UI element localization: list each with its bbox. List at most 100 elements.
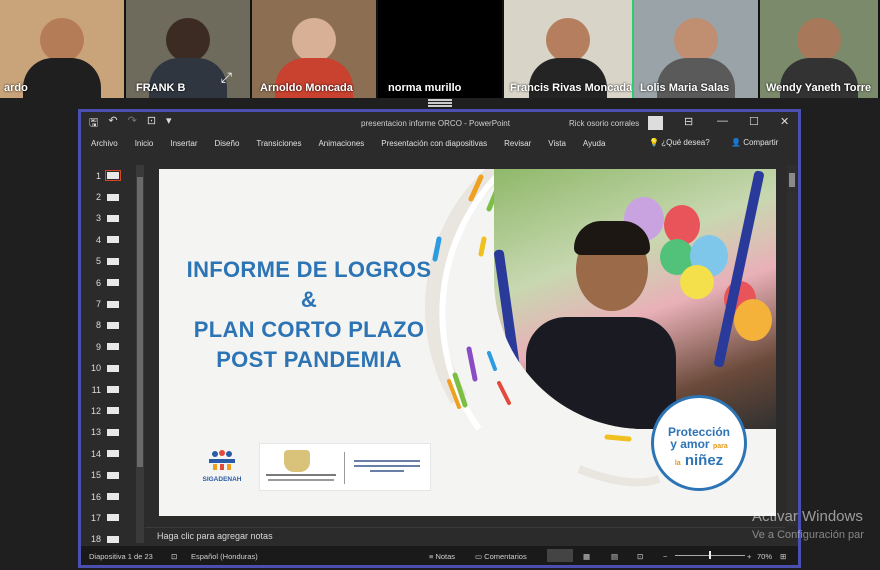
sigadenah-label: SIGADENAH [202, 476, 242, 483]
notes-toggle[interactable]: ≡ Notas [429, 552, 455, 561]
slide-thumbnail-number: 7 [95, 299, 101, 310]
participant-name: Wendy Yaneth Torre [766, 82, 872, 94]
badge-line-2: y amor para [654, 438, 744, 453]
title-line-2: & [300, 287, 318, 312]
slide-thumbnail-number: 18 [90, 534, 101, 545]
slide-thumbnail-image [107, 535, 119, 543]
slide-thumbnail-image [107, 236, 119, 244]
slide-thumbnail-number: 9 [95, 341, 101, 352]
badge-line-3: la niñez [654, 453, 744, 472]
accessibility-icon[interactable]: ⊡ [171, 552, 177, 561]
customize-toolbar-icon[interactable]: ▾ [166, 114, 172, 133]
slideshow-view-icon[interactable]: ⊡ [637, 552, 643, 561]
fit-slide-icon[interactable]: ⊞ [780, 552, 786, 561]
slide-thumbnail-number: 6 [95, 277, 101, 288]
slide-counter: Diapositiva 1 de 23 [89, 552, 153, 561]
slide-thumbnail-image [107, 214, 119, 222]
slide-thumbnail-image [107, 257, 119, 265]
slide-thumbnail-image [107, 514, 119, 522]
participant-tile[interactable]: ardo [0, 0, 126, 98]
participant-tile[interactable]: norma murillo [378, 0, 504, 98]
participant-name: Lolis Maria Salas [640, 82, 730, 94]
undo-icon[interactable]: ↶ [108, 114, 117, 133]
user-name[interactable]: Rick osorio corrales [569, 119, 639, 128]
slide-thumbnail-image [107, 407, 119, 415]
tell-me-search[interactable]: 💡 ¿Qué desea? [649, 138, 710, 147]
slide-thumbnail-number: 12 [90, 405, 101, 416]
tab-archivo[interactable]: Archivo [91, 139, 118, 148]
slide-thumbnail-image [105, 170, 121, 182]
zoom-in-icon[interactable]: + [747, 552, 751, 561]
government-logo [259, 443, 431, 491]
title-bar: 🖫 ↶ ↷ ⊡ ▾ presentacion informe ORCO - Po… [81, 112, 798, 134]
slide-1[interactable]: INFORME DE LOGROS & PLAN CORTO PLAZO POS… [159, 169, 776, 516]
slide-thumbnail-number: 8 [95, 320, 101, 331]
slide-thumbnail-image [107, 471, 119, 479]
slide-thumbnail-number: 11 [91, 384, 101, 395]
participant-tile-active-speaker[interactable]: Francis Rivas Moncada [504, 0, 634, 98]
slide-thumbnail-image [107, 279, 119, 287]
ribbon-display-icon[interactable]: ⊟ [684, 115, 693, 128]
crest-icon [284, 450, 310, 472]
participant-name: norma murillo [388, 82, 462, 94]
tab-presentacion[interactable]: Presentación con diapositivas [381, 139, 487, 148]
language-status[interactable]: Español (Honduras) [191, 552, 258, 561]
slide-thumbnail-image [107, 428, 119, 436]
expand-icon[interactable]: ⤢ [221, 69, 232, 86]
slide-thumbnail-image [107, 450, 119, 458]
sigadenah-logo: SIGADENAH [197, 449, 247, 483]
zoom-slider-knob[interactable] [709, 551, 711, 559]
tab-vista[interactable]: Vista [548, 139, 566, 148]
save-icon[interactable]: 🖫 [89, 114, 98, 133]
lightbulb-icon: 💡 [649, 138, 659, 147]
tab-ayuda[interactable]: Ayuda [583, 139, 606, 148]
comments-toggle[interactable]: ▭ Comentarios [475, 552, 527, 561]
badge-line-2-small: para [712, 443, 728, 450]
slide-thumbnail-number: 17 [90, 512, 101, 523]
avatar[interactable] [648, 116, 663, 130]
maximize-icon[interactable]: ☐ [749, 115, 759, 128]
participant-name: ardo [4, 82, 28, 94]
tab-inicio[interactable]: Inicio [135, 139, 154, 148]
powerpoint-window: 🖫 ↶ ↷ ⊡ ▾ presentacion informe ORCO - Po… [78, 109, 801, 568]
notes-pane[interactable]: Haga clic para agregar notas [145, 527, 785, 545]
slide-thumbnail-image [107, 364, 119, 372]
share-button[interactable]: 👤 Compartir [731, 138, 778, 147]
zoom-out-icon[interactable]: − [663, 552, 667, 561]
slide-thumbnail-number: 3 [95, 213, 101, 224]
slide-thumbnail-image [107, 321, 119, 329]
start-slideshow-icon[interactable]: ⊡ [147, 114, 156, 133]
participant-tile[interactable]: FRANK B ⤢ [126, 0, 252, 98]
close-icon[interactable]: ✕ [780, 115, 789, 128]
minimize-icon[interactable]: — [717, 115, 728, 127]
normal-view-icon[interactable] [547, 549, 573, 562]
slide-thumbnail-number: 1 [95, 170, 101, 181]
activation-watermark: Activar Windows [752, 508, 863, 525]
tab-diseno[interactable]: Diseño [215, 139, 240, 148]
participant-tile[interactable]: Arnoldo Moncada [252, 0, 378, 98]
zoom-level[interactable]: 70% [757, 552, 772, 561]
child-photo [494, 169, 776, 429]
slide-thumbnail-image [107, 343, 119, 351]
share-label: Compartir [743, 138, 779, 147]
slide-title: INFORME DE LOGROS & PLAN CORTO PLAZO POS… [159, 255, 459, 375]
tab-insertar[interactable]: Insertar [170, 139, 197, 148]
proteccion-badge: Protección y amor para la niñez [651, 395, 747, 491]
person-icon: 👤 [731, 138, 741, 147]
tell-me-label: ¿Qué desea? [661, 138, 710, 147]
redo-icon[interactable]: ↷ [128, 114, 137, 133]
resize-handle[interactable] [428, 99, 452, 107]
slide-sorter-icon[interactable]: ▦ [583, 552, 590, 561]
slide-scrollbar[interactable] [787, 165, 797, 525]
comments-label: Comentarios [484, 552, 527, 561]
reading-view-icon[interactable]: ▤ [611, 552, 618, 561]
participant-tile[interactable]: Wendy Yaneth Torre [760, 0, 878, 98]
tab-revisar[interactable]: Revisar [504, 139, 531, 148]
thumbnail-scrollbar[interactable] [136, 165, 144, 543]
participant-tile[interactable]: Lolis Maria Salas [634, 0, 760, 98]
badge-line-2-main: y amor [670, 437, 710, 451]
tab-transiciones[interactable]: Transiciones [256, 139, 301, 148]
document-title: presentacion informe ORCO - PowerPoint [361, 119, 510, 128]
slide-thumbnail-image [107, 300, 119, 308]
tab-animaciones[interactable]: Animaciones [318, 139, 364, 148]
